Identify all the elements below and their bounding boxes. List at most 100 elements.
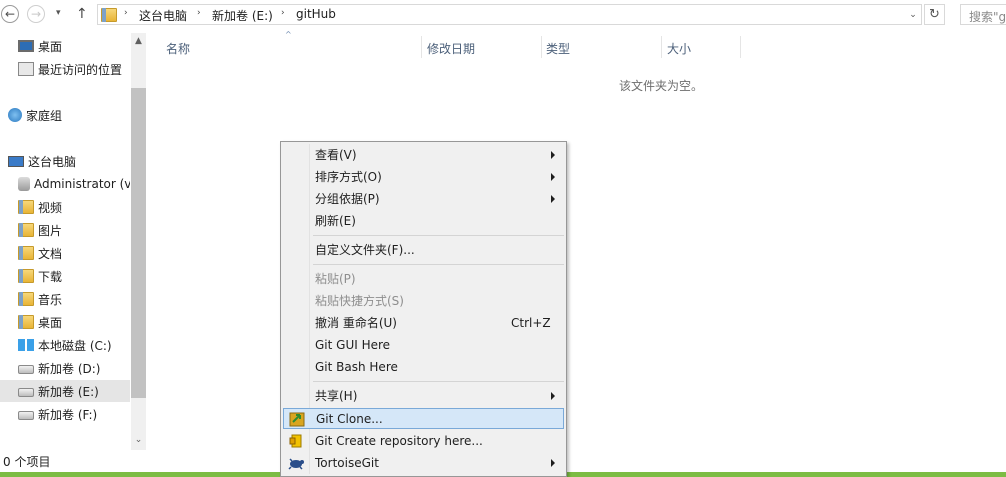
- column-header-modified[interactable]: 修改日期: [427, 40, 475, 57]
- menu-item-refresh[interactable]: 刷新(E): [283, 210, 564, 231]
- nav-item-this-pc[interactable]: 这台电脑: [8, 150, 130, 172]
- nav-item-label: 桌面: [38, 39, 63, 54]
- drive-icon: [18, 387, 34, 397]
- submenu-arrow-icon: [551, 172, 555, 181]
- refresh-button[interactable]: ↻: [924, 4, 945, 25]
- menu-item-label: 分组依据(P): [315, 192, 380, 206]
- menu-item-git-bash[interactable]: Git Bash Here: [283, 356, 564, 377]
- column-divider[interactable]: [661, 36, 662, 58]
- folder-icon: [18, 246, 34, 260]
- nav-scrollbar-thumb[interactable]: [131, 88, 146, 398]
- menu-item-tortoisegit[interactable]: TortoiseGit: [283, 452, 564, 473]
- nav-item-drive-d[interactable]: 新加卷 (D:): [18, 357, 130, 379]
- recent-places-icon: [18, 62, 34, 76]
- nav-item-label: 下载: [38, 269, 63, 284]
- nav-item-label: 图片: [38, 223, 63, 238]
- menu-item-sort[interactable]: 排序方式(O): [283, 166, 564, 187]
- menu-item-share[interactable]: 共享(H): [283, 385, 564, 406]
- forward-button[interactable]: →: [27, 5, 45, 23]
- nav-item-drive-e[interactable]: 新加卷 (E:): [0, 380, 130, 402]
- nav-item-label: 音乐: [38, 292, 63, 307]
- nav-item-label: Administrator (v: [34, 177, 130, 191]
- menu-item-label: Git GUI Here: [315, 337, 391, 352]
- nav-item-downloads[interactable]: 下载: [18, 265, 130, 287]
- sort-ascending-icon: ^: [285, 30, 292, 39]
- recent-locations-button[interactable]: ▾: [56, 8, 61, 18]
- submenu-arrow-icon: [551, 458, 555, 467]
- search-placeholder: 搜索"g: [969, 10, 1006, 24]
- nav-item-recent-places[interactable]: 最近访问的位置: [18, 58, 130, 80]
- nav-item-label: 桌面: [38, 315, 63, 330]
- nav-item-label: 最近访问的位置: [38, 62, 123, 77]
- address-dropdown-button[interactable]: ⌄: [905, 5, 921, 24]
- back-arrow-icon: ←: [4, 7, 16, 21]
- scroll-down-button[interactable]: ⌄: [131, 432, 146, 448]
- folder-icon: [18, 223, 34, 237]
- menu-item-undo-rename[interactable]: 撤消 重命名(U) Ctrl+Z: [283, 312, 564, 333]
- status-item-count: 0 个项目: [3, 455, 51, 469]
- menu-item-label: 撤消 重命名(U): [315, 316, 397, 330]
- menu-item-paste-shortcut[interactable]: 粘贴快捷方式(S): [283, 290, 564, 311]
- menu-item-label: 粘贴快捷方式(S): [315, 294, 404, 308]
- breadcrumb-drive-e[interactable]: 新加卷 (E:): [212, 7, 273, 24]
- menu-item-customize-folder[interactable]: 自定义文件夹(F)...: [283, 239, 564, 260]
- nav-item-label: 新加卷 (D:): [38, 361, 101, 376]
- chevron-down-icon: ▾: [56, 8, 61, 18]
- refresh-icon: ↻: [929, 7, 940, 22]
- chevron-down-icon: ⌄: [909, 9, 917, 20]
- menu-item-paste[interactable]: 粘贴(P): [283, 268, 564, 289]
- menu-item-view[interactable]: 查看(V): [283, 144, 564, 165]
- column-divider[interactable]: [740, 36, 741, 58]
- chevron-up-icon: ▲: [135, 36, 142, 46]
- menu-separator: [313, 381, 564, 382]
- nav-item-pictures[interactable]: 图片: [18, 219, 130, 241]
- menu-item-shortcut: Ctrl+Z: [511, 315, 551, 330]
- menu-item-label: 自定义文件夹(F)...: [315, 243, 415, 257]
- navigation-pane: 桌面 最近访问的位置 家庭组 这台电脑 Administrator (v 视频 …: [0, 33, 146, 450]
- back-button[interactable]: ←: [1, 5, 19, 23]
- up-arrow-icon: ↑: [76, 6, 88, 22]
- menu-separator: [313, 264, 564, 265]
- column-header-size[interactable]: 大小: [667, 40, 691, 57]
- forward-arrow-icon: →: [30, 7, 42, 21]
- menu-item-git-gui[interactable]: Git GUI Here: [283, 334, 564, 355]
- menu-item-label: 粘贴(P): [315, 272, 356, 286]
- nav-item-desktop-favorite[interactable]: 桌面: [18, 35, 130, 57]
- menu-item-label: 刷新(E): [315, 214, 356, 228]
- desktop-icon: [18, 40, 34, 52]
- nav-item-music[interactable]: 音乐: [18, 288, 130, 310]
- breadcrumb-this-pc[interactable]: 这台电脑: [139, 7, 187, 24]
- menu-item-group[interactable]: 分组依据(P): [283, 188, 564, 209]
- column-divider[interactable]: [541, 36, 542, 58]
- column-header-name[interactable]: 名称: [166, 40, 190, 57]
- nav-item-label: 新加卷 (F:): [38, 407, 98, 422]
- menu-item-label: TortoiseGit: [315, 455, 379, 470]
- menu-item-label: Git Clone...: [316, 411, 383, 426]
- address-bar[interactable]: › 这台电脑 › 新加卷 (E:) › gitHub ⌄: [97, 4, 922, 25]
- search-input[interactable]: 搜索"g: [960, 4, 1006, 25]
- menu-item-label: 排序方式(O): [315, 170, 382, 184]
- scroll-up-button[interactable]: ▲: [131, 33, 146, 49]
- up-button[interactable]: ↑: [76, 6, 88, 22]
- drive-icon: [18, 364, 34, 374]
- menu-item-label: 查看(V): [315, 148, 357, 162]
- git-clone-icon: [289, 412, 305, 427]
- computer-icon: [8, 155, 24, 167]
- windows-drive-icon: [18, 339, 34, 351]
- menu-item-git-clone[interactable]: Git Clone...: [283, 408, 564, 429]
- nav-item-desktop[interactable]: 桌面: [18, 311, 130, 333]
- nav-item-label: 视频: [38, 200, 63, 215]
- breadcrumb-github[interactable]: gitHub: [296, 7, 336, 21]
- chevron-down-icon: ⌄: [134, 435, 143, 445]
- nav-item-videos[interactable]: 视频: [18, 196, 130, 218]
- menu-item-git-create-repo[interactable]: Git Create repository here...: [283, 430, 564, 451]
- nav-item-documents[interactable]: 文档: [18, 242, 130, 264]
- nav-item-homegroup[interactable]: 家庭组: [8, 104, 130, 126]
- column-header-type[interactable]: 类型: [546, 40, 570, 57]
- column-divider[interactable]: [421, 36, 422, 58]
- nav-item-administrator[interactable]: Administrator (v: [18, 173, 130, 195]
- homegroup-icon: [8, 108, 22, 122]
- menu-item-label: 共享(H): [315, 389, 358, 403]
- nav-item-drive-f[interactable]: 新加卷 (F:): [18, 403, 130, 425]
- nav-item-drive-c[interactable]: 本地磁盘 (C:): [18, 334, 130, 356]
